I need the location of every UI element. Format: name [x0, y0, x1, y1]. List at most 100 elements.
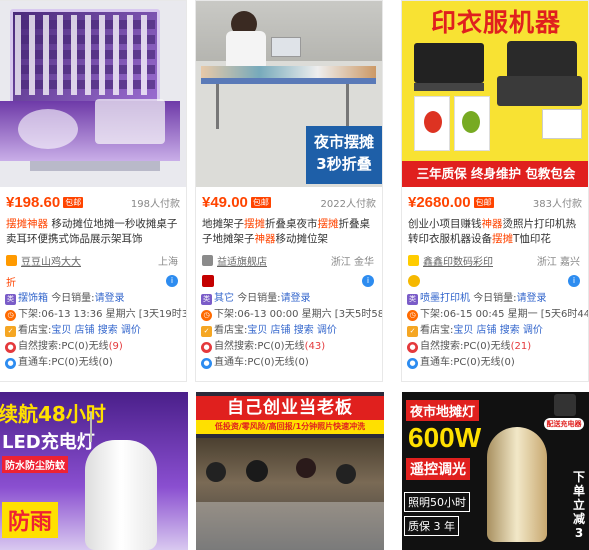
natural-search-label: 自然搜索: — [18, 341, 62, 352]
banner-text: 自己创业当老板 — [196, 396, 384, 420]
car-icon: ● — [407, 357, 418, 369]
product-title[interactable]: 地摊架子摆摊折叠桌夜市摆摊折叠桌子地摊架子神器移动摊位架 — [196, 217, 382, 249]
through-wx: 无线(0) — [274, 357, 309, 368]
checkbox-icon: ✓ — [407, 325, 418, 337]
category-label[interactable]: 摆饰箱 — [18, 291, 48, 307]
natural-pc: PC(0) — [463, 341, 491, 352]
through-label: 直通车: — [214, 357, 248, 368]
product-image[interactable]: 夜市地摊灯 600W 遥控调光 照明50小时 质保 3 年 配送充电器 下 单 … — [402, 392, 589, 550]
title-highlight: 摆摊 — [244, 218, 265, 230]
banner-text: 防雨 — [2, 502, 59, 538]
free-shipping-tag: 包邮 — [250, 196, 271, 208]
delist-time: 06-15 00:45 星期一 [5天6时44分] — [443, 309, 588, 320]
banner-top: 印衣服机器 — [430, 9, 561, 37]
title-text: 地摊架子 — [202, 218, 244, 230]
delist-label: 下架: — [214, 309, 238, 320]
delist-time: 06-13 13:36 星期六 [3天19时34分] — [41, 309, 186, 320]
title-highlight: 摆摊 — [492, 233, 513, 245]
product-image[interactable]: 印衣服机器 三年质保 终身维护 包教包会 — [402, 1, 588, 187]
category-label[interactable]: 喷墨打印机 — [420, 291, 470, 307]
login-link[interactable]: 请登录 — [95, 291, 125, 307]
price-row: ¥49.00 包邮 2022人付款 — [196, 187, 382, 217]
login-link[interactable]: 请登录 — [281, 291, 311, 307]
banner-text: 夜市摆摊 — [313, 133, 374, 151]
category-icon: 类 — [5, 293, 16, 305]
location: 浙江 金华 — [330, 256, 374, 268]
promo-banner: 夜市摆摊 3秒折叠 — [306, 126, 382, 184]
shop-row: 豆豆山鸡大大 上海 — [0, 249, 186, 271]
price: ¥2680.00 — [408, 193, 471, 211]
wangwang-icon[interactable]: i — [568, 275, 580, 287]
sales-count: 383人付款 — [532, 198, 582, 210]
natural-search-label: 自然搜索: — [214, 341, 258, 352]
through-label: 直通车: — [420, 357, 454, 368]
product-card[interactable]: 印衣服机器 三年质保 终身维护 包教包会 ¥2680.00 包邮 383人付款 … — [401, 0, 589, 382]
through-pc: PC(0) — [51, 357, 79, 368]
car-icon: ● — [5, 357, 16, 369]
shop-name[interactable]: 豆豆山鸡大大 — [21, 253, 81, 268]
search-icon: ● — [407, 341, 418, 353]
wangwang-icon[interactable]: i — [166, 275, 178, 287]
discount-badge: 折 — [6, 277, 16, 289]
wangwang-icon[interactable]: i — [362, 275, 374, 287]
natural-wx-label: 无线 — [284, 341, 305, 352]
login-link[interactable]: 请登录 — [517, 291, 547, 307]
sales-count: 2022人付款 — [320, 198, 376, 210]
product-image[interactable]: 续航48小时 LED充电灯 防水防尘防蚊 防雨 — [0, 392, 188, 550]
banner-text: 遥控调光 — [406, 458, 470, 480]
product-title[interactable]: 创业小项目赚钱神器烫照片打印机热转印衣服机器设备摆摊T恤印花 — [402, 217, 588, 249]
shop-name[interactable]: 鑫鑫印数码彩印 — [423, 253, 493, 268]
banner-text: 单 — [572, 484, 585, 498]
gold-crown-icon — [408, 275, 420, 287]
delist-label: 下架: — [420, 309, 444, 320]
natural-search-label: 自然搜索: — [420, 341, 464, 352]
banner-text: 立 — [572, 498, 585, 512]
natural-pc: PC(0) — [61, 341, 89, 352]
banner-text: LED充电灯 — [2, 432, 95, 453]
product-image[interactable] — [0, 1, 186, 187]
title-text: 创业小项目赚钱 — [408, 218, 482, 230]
product-image[interactable]: 自己创业当老板 低投资/零风险/高回报/1分钟照片快速冲洗 — [196, 392, 384, 550]
product-card[interactable]: 夜市摆摊 3秒折叠 ¥49.00 包邮 2022人付款 地摊架子摆摊折叠桌夜市摆… — [195, 0, 383, 382]
free-shipping-tag: 包邮 — [473, 196, 494, 208]
checkbox-icon: ✓ — [5, 325, 16, 337]
kandianbao-links[interactable]: 宝贝 店铺 搜索 调价 — [453, 323, 543, 339]
product-card[interactable]: ¥198.60 包邮 198人付款 摆摊神器 移动摊位地摊一秒收摊桌子卖耳环便携… — [0, 0, 187, 382]
natural-wx-label: 无线 — [490, 341, 511, 352]
category-line: 类 摆饰箱 今日销量: 请登录 — [0, 291, 186, 307]
shop-name[interactable]: 益适旗舰店 — [217, 253, 267, 268]
shop-icon — [408, 254, 419, 266]
through-train-line: ● 直通车: PC(0) 无线(0) — [0, 355, 186, 371]
badge-row: i — [196, 271, 382, 291]
charger-badge: 配送充电器 — [544, 394, 584, 444]
category-line: 类 喷墨打印机 今日销量: 请登录 — [402, 291, 588, 307]
kandianbao-line: ✓ 看店宝: 宝贝 店铺 搜索 调价 — [0, 323, 186, 339]
category-label[interactable]: 其它 — [214, 291, 234, 307]
banner-text: 防水防尘防蚊 — [2, 456, 68, 473]
delist-label: 下架: — [18, 309, 42, 320]
kandianbao-links[interactable]: 宝贝 店铺 搜索 调价 — [247, 323, 337, 339]
through-pc: PC(0) — [453, 357, 481, 368]
sales-count: 198人付款 — [130, 198, 180, 210]
shop-icon — [202, 254, 213, 266]
title-text: T恤印花 — [513, 233, 551, 245]
price-row: ¥2680.00 包邮 383人付款 — [402, 187, 588, 217]
price-row: ¥198.60 包邮 198人付款 — [0, 187, 186, 217]
natural-wx[interactable]: (21) — [511, 339, 532, 355]
banner-text: 照明50小时 — [404, 492, 470, 512]
banner-text: 3秒折叠 — [316, 155, 372, 173]
kandianbao-line: ✓ 看店宝: 宝贝 店铺 搜索 调价 — [196, 323, 382, 339]
today-sales-label: 今日销量: — [51, 293, 95, 304]
product-title[interactable]: 摆摊神器 移动摊位地摊一秒收摊桌子卖耳环便携式饰品展示架耳饰 — [0, 217, 186, 249]
delist-line: ◷ 下架: 06-15 00:45 星期一 [5天6时44分] — [402, 307, 588, 323]
natural-wx[interactable]: (9) — [109, 339, 123, 355]
title-highlight: 神器 — [481, 218, 503, 230]
kandianbao-links[interactable]: 宝贝 店铺 搜索 调价 — [51, 323, 141, 339]
location: 上海 — [158, 256, 178, 268]
natural-wx[interactable]: (43) — [305, 339, 326, 355]
product-image[interactable]: 夜市摆摊 3秒折叠 — [196, 1, 382, 187]
checkbox-icon: ✓ — [201, 325, 212, 337]
natural-wx-label: 无线 — [88, 341, 109, 352]
through-train-line: ● 直通车: PC(0) 无线(0) — [402, 355, 588, 371]
title-highlight: 神器 — [254, 233, 276, 245]
